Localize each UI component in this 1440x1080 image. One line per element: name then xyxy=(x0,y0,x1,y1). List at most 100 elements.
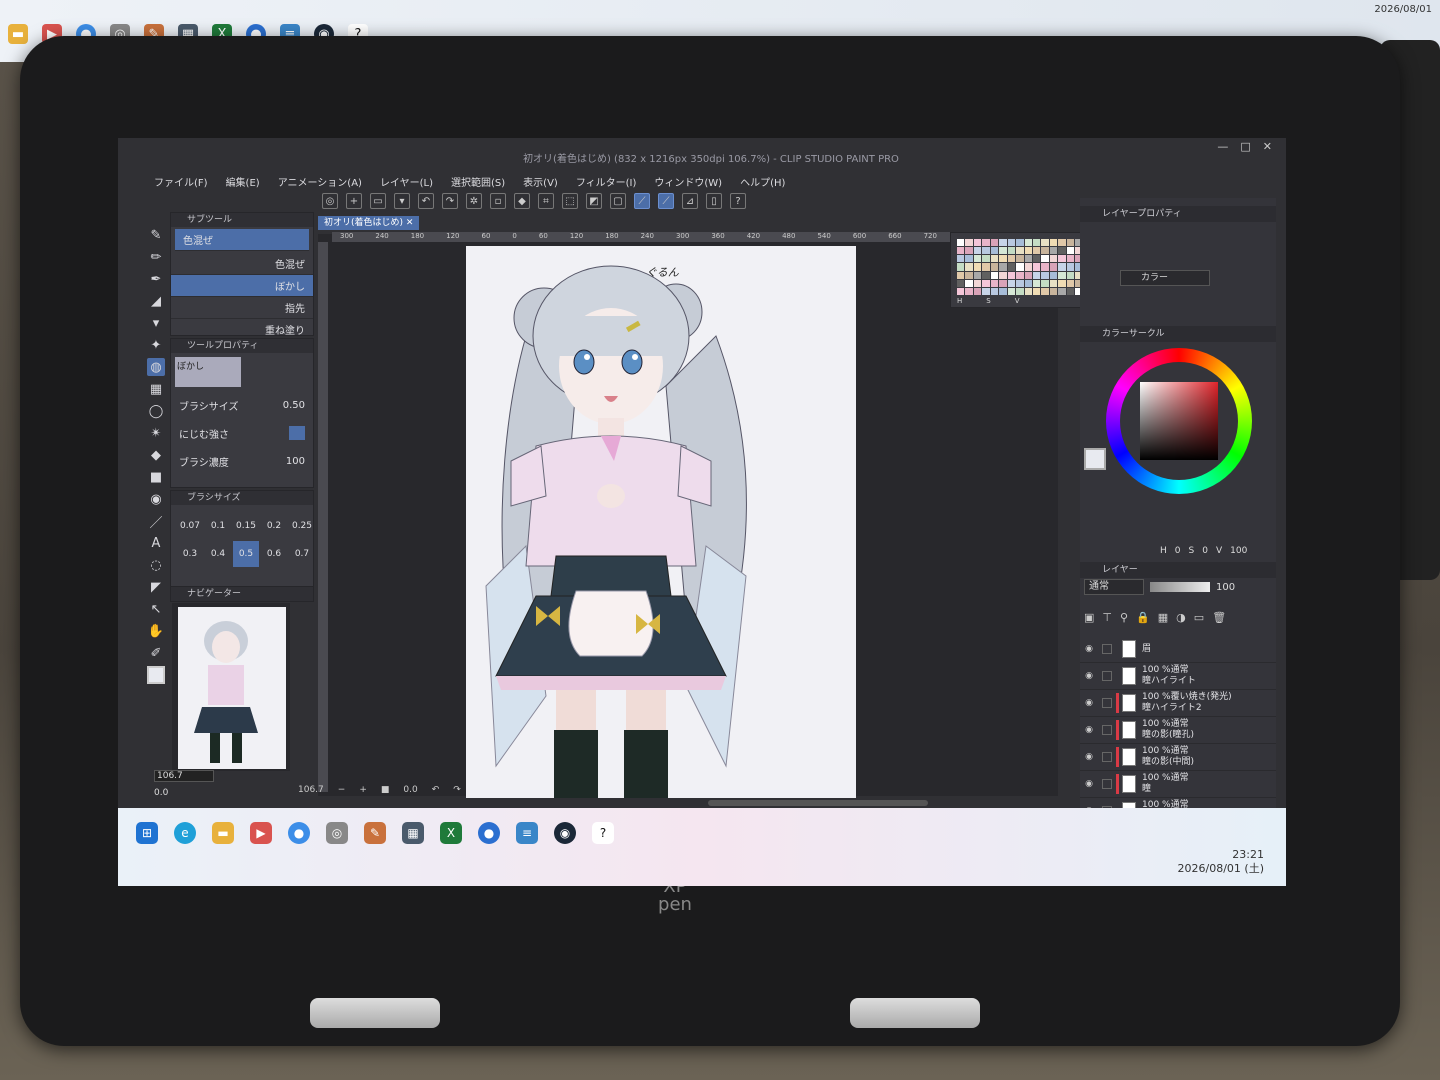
color-swatch[interactable] xyxy=(1058,287,1066,295)
windows-start-icon[interactable]: ⊞ xyxy=(136,822,158,844)
status-zoom[interactable]: 106.7 xyxy=(298,785,324,795)
color-swatch[interactable] xyxy=(1049,263,1058,271)
folder-icon[interactable]: ▬ xyxy=(8,24,28,44)
invert-selection-icon[interactable]: ◩ xyxy=(586,193,602,209)
color-swatch[interactable] xyxy=(990,247,999,255)
brush-size-option[interactable]: 0.1 xyxy=(205,513,231,539)
visibility-eye-icon[interactable]: ◉ xyxy=(1080,644,1098,654)
rotate-left-icon[interactable]: ↶ xyxy=(432,785,440,795)
figure-icon[interactable]: ◉ xyxy=(147,490,165,508)
folder-new-icon[interactable]: ▭ xyxy=(1194,611,1204,624)
layer-row[interactable]: ◉ 100 %通常 瞳の影(中間) xyxy=(1080,744,1276,771)
edge-icon[interactable]: e xyxy=(174,822,196,844)
maximize-icon[interactable]: □ xyxy=(1240,140,1250,153)
color-swatch[interactable] xyxy=(965,263,973,271)
color-swatch[interactable] xyxy=(1066,255,1075,263)
color-swatch[interactable] xyxy=(973,279,982,287)
color-swatch[interactable] xyxy=(1041,271,1049,279)
color-swatch[interactable] xyxy=(1007,239,1016,247)
clip-studio-icon[interactable]: ◎ xyxy=(326,822,348,844)
brush-size-option[interactable]: 0.7 xyxy=(289,541,315,567)
media-player-icon[interactable]: ▶ xyxy=(250,822,272,844)
opacity-slider[interactable] xyxy=(1150,582,1210,592)
color-swatch[interactable] xyxy=(1066,279,1075,287)
brush-size-option-selected[interactable]: 0.5 xyxy=(233,541,259,567)
color-swatch[interactable] xyxy=(982,271,990,279)
layer-lock-checkbox[interactable] xyxy=(1102,779,1112,789)
color-swatch[interactable] xyxy=(990,279,999,287)
color-swatch[interactable] xyxy=(957,255,965,263)
frame-icon[interactable]: ◤ xyxy=(147,578,165,596)
color-swatch[interactable] xyxy=(990,271,999,279)
color-swatch[interactable] xyxy=(973,239,982,247)
save-icon[interactable]: ▾ xyxy=(394,193,410,209)
saturation-value[interactable]: 0 xyxy=(1202,546,1208,556)
color-swatch[interactable] xyxy=(965,247,973,255)
color-swatch[interactable] xyxy=(982,239,990,247)
color-swatch[interactable] xyxy=(973,263,982,271)
color-swatch[interactable] xyxy=(1066,271,1075,279)
color-swatch[interactable] xyxy=(1041,263,1049,271)
color-swatch[interactable] xyxy=(1041,247,1049,255)
tablet-icon[interactable]: ▯ xyxy=(706,193,722,209)
color-swatch-grid[interactable] xyxy=(957,239,1091,295)
color-swatch[interactable] xyxy=(1041,279,1049,287)
undo-icon[interactable]: ↶ xyxy=(418,193,434,209)
color-swatch[interactable] xyxy=(1049,287,1058,295)
lasso-icon[interactable]: ◯ xyxy=(147,402,165,420)
color-swatch[interactable] xyxy=(1024,247,1032,255)
color-swatch[interactable] xyxy=(973,247,982,255)
color-swatch[interactable] xyxy=(965,279,973,287)
grid-icon[interactable]: ▦ xyxy=(147,380,165,398)
color-swatch[interactable] xyxy=(1049,239,1058,247)
color-swatch[interactable] xyxy=(965,271,973,279)
gradient-icon[interactable]: ◆ xyxy=(147,446,165,464)
color-swatch[interactable] xyxy=(990,239,999,247)
layer-lock-checkbox[interactable] xyxy=(1102,752,1112,762)
selection-icon[interactable]: ▢ xyxy=(610,193,626,209)
line-icon[interactable]: ／ xyxy=(147,512,165,531)
color-swatch[interactable] xyxy=(1058,247,1066,255)
new-layer-icon[interactable]: ▣ xyxy=(1084,611,1094,624)
text-icon[interactable]: A xyxy=(147,534,165,552)
layer-lock-checkbox[interactable] xyxy=(1102,725,1112,735)
color-swatch[interactable] xyxy=(957,239,965,247)
visibility-eye-icon[interactable]: ◉ xyxy=(1080,779,1098,789)
menu-window[interactable]: ウィンドウ(W) xyxy=(654,174,722,190)
color-swatch[interactable] xyxy=(1032,287,1041,295)
brush-size-option[interactable]: 0.4 xyxy=(205,541,231,567)
eraser-icon[interactable]: ◢ xyxy=(147,292,165,310)
color-swatch[interactable] xyxy=(957,271,965,279)
color-swatch[interactable] xyxy=(973,255,982,263)
redo-icon[interactable]: ↷ xyxy=(442,193,458,209)
color-swatch[interactable] xyxy=(957,279,965,287)
color-swatch[interactable] xyxy=(1007,263,1016,271)
color-swatch[interactable] xyxy=(1058,263,1066,271)
brush-size-option[interactable]: 0.07 xyxy=(177,513,203,539)
color-swatch[interactable] xyxy=(1024,255,1032,263)
notepad-icon[interactable]: ≡ xyxy=(516,822,538,844)
navigator-thumbnail[interactable] xyxy=(178,607,286,769)
color-swatch[interactable] xyxy=(999,247,1007,255)
color-swatch[interactable] xyxy=(1024,263,1032,271)
color-swatch[interactable] xyxy=(973,271,982,279)
brush-size-option[interactable]: 0.6 xyxy=(261,541,287,567)
zoom-out-icon[interactable]: − xyxy=(338,785,346,795)
visibility-eye-icon[interactable]: ◉ xyxy=(1080,671,1098,681)
clear-icon[interactable]: ▫ xyxy=(490,193,506,209)
color-swatch[interactable] xyxy=(990,287,999,295)
visibility-eye-icon[interactable]: ◉ xyxy=(1080,752,1098,762)
snap-ruler-icon[interactable]: ⟋ xyxy=(634,193,650,209)
subtool-item-mix[interactable]: 色混ぜ xyxy=(171,253,313,275)
subtool-group-tab[interactable]: 色混ぜ xyxy=(175,229,309,251)
subtool-item-finger[interactable]: 指先 xyxy=(171,297,313,319)
color-swatch[interactable] xyxy=(1024,239,1032,247)
color-swatch[interactable] xyxy=(1058,279,1066,287)
layer-row[interactable]: ◉ 眉 xyxy=(1080,636,1276,663)
color-swatch[interactable] xyxy=(999,255,1007,263)
color-swatch[interactable] xyxy=(1007,247,1016,255)
color-swatch[interactable] xyxy=(982,279,990,287)
color-swatch[interactable] xyxy=(982,255,990,263)
color-swatch[interactable] xyxy=(1032,255,1041,263)
main-color-swatch[interactable] xyxy=(147,666,165,684)
